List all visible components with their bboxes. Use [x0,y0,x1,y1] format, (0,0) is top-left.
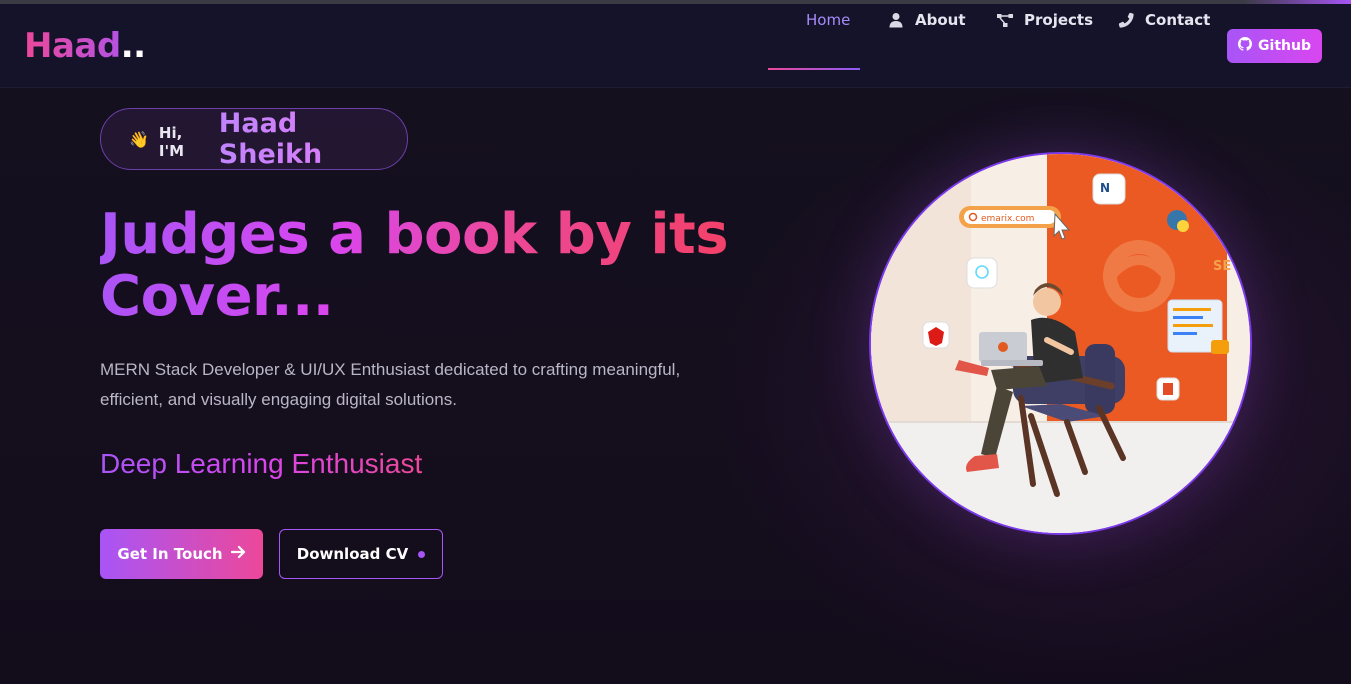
download-cv-label: Download CV [296,545,409,563]
author-name: Haad Sheikh [219,108,407,170]
se-badge: SE [1213,259,1231,274]
headline-line-2: Cover... [100,264,334,329]
nav-projects[interactable]: Projects [996,4,1093,36]
nav-projects-label: Projects [1024,11,1094,29]
navbar: Haad.. Home About Projects Contact Githu… [0,4,1351,88]
headline-line-1: Judges a book by its [100,202,729,267]
dot-icon [418,550,426,558]
nav-contact-label: Contact [1145,11,1211,29]
get-in-touch-button[interactable]: Get In Touch [100,529,263,579]
nav-home-label: Home [806,11,851,29]
hero-headline: Judges a book by its Cover... [100,204,760,328]
phone-icon [1117,11,1135,29]
nav-contact[interactable]: Contact [1117,4,1210,36]
github-icon [1238,37,1253,55]
greeting-prefix: Hi, I'M [158,124,185,160]
profile-illustration: emarix.com N SE [869,152,1252,535]
github-label: Github [1258,38,1311,54]
brand-name: Haad [24,26,121,66]
hero-description: MERN Stack Developer & UI/UX Enthusiast … [100,360,681,409]
brand-dots: .. [120,26,146,66]
nav-active-underline [768,68,860,70]
project-icon [996,11,1014,29]
nav-home[interactable]: Home [806,4,850,36]
svg-text:N: N [1100,181,1110,195]
nav-about[interactable]: About [887,4,966,36]
greeting-pill: 👋 Hi, I'M Haad Sheikh [100,108,408,170]
github-button[interactable]: Github [1227,29,1322,63]
wave-icon: 👋 [129,129,149,149]
get-in-touch-label: Get In Touch [117,545,223,563]
brand-logo[interactable]: Haad.. [24,26,146,66]
search-text: emarix.com [981,214,1034,224]
nav-about-label: About [915,11,966,29]
download-cv-button[interactable]: Download CV [279,529,443,579]
arrow-right-icon [230,545,246,563]
developer-illustration: emarix.com N SE [871,154,1250,533]
hero-subtitle: Deep Learning Enthusiast [100,448,423,479]
user-icon [887,11,905,29]
